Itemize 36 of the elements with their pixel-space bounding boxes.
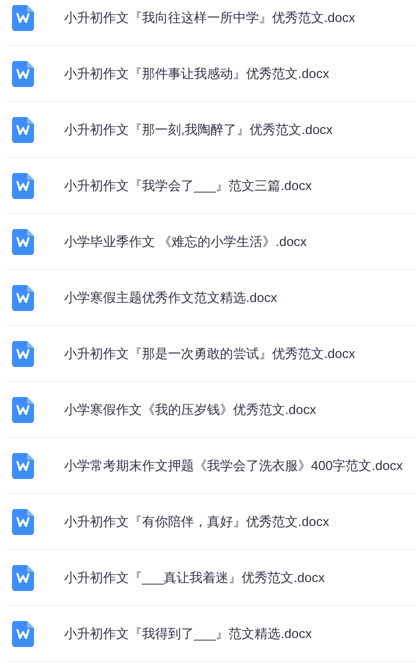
file-row[interactable]: 小学毕业季作文 《难忘的小学生活》.docx (6, 214, 416, 270)
word-file-icon (12, 508, 34, 534)
file-row[interactable]: 小升初作文『我向往这样一所中学』优秀范文.docx (6, 0, 416, 46)
file-row[interactable]: 小升初作文『有你陪伴，真好』优秀范文.docx (6, 494, 416, 550)
file-row[interactable]: 小学寒假主题优秀作文范文精选.docx (6, 270, 416, 326)
word-file-icon (12, 228, 34, 254)
file-name: 小学毕业季作文 《难忘的小学生活》.docx (64, 232, 307, 251)
word-file-icon (12, 116, 34, 142)
file-row[interactable]: 小升初作文『我学会了___』范文三篇.docx (6, 158, 416, 214)
word-file-icon (12, 620, 34, 646)
file-name: 小升初作文『有你陪伴，真好』优秀范文.docx (64, 512, 330, 531)
file-name: 小升初作文『那一刻,我陶醉了』优秀范文.docx (64, 120, 333, 139)
file-row[interactable]: 小升初作文『我得到了___』范文精选.docx (6, 606, 416, 662)
word-file-icon (12, 284, 34, 310)
file-name: 小升初作文『那是一次勇敢的尝试』优秀范文.docx (64, 344, 356, 363)
file-name: 小升初作文『我向往这样一所中学』优秀范文.docx (64, 8, 356, 27)
file-row[interactable]: 小学寒假作文《我的压岁钱》优秀范文.docx (6, 382, 416, 438)
word-file-icon (12, 340, 34, 366)
word-file-icon (12, 452, 34, 478)
file-row[interactable]: 小升初作文『那一刻,我陶醉了』优秀范文.docx (6, 102, 416, 158)
word-file-icon (12, 60, 34, 86)
file-row[interactable]: 小升初作文『___真让我着迷』优秀范文.docx (6, 550, 416, 606)
word-file-icon (12, 4, 34, 30)
file-name: 小学常考期末作文押题《我学会了洗衣服》400字范文.docx (64, 456, 403, 475)
file-name: 小升初作文『那件事让我感动』优秀范文.docx (64, 64, 330, 83)
file-name: 小学寒假主题优秀作文范文精选.docx (64, 288, 278, 307)
file-name: 小学寒假作文《我的压岁钱》优秀范文.docx (64, 400, 316, 419)
file-row[interactable]: 小升初作文『那件事让我感动』优秀范文.docx (6, 46, 416, 102)
file-name: 小升初作文『我得到了___』范文精选.docx (64, 624, 312, 643)
file-row[interactable]: 小升初作文『那是一次勇敢的尝试』优秀范文.docx (6, 326, 416, 382)
file-name: 小升初作文『我学会了___』范文三篇.docx (64, 176, 312, 195)
file-row[interactable]: 小学常考期末作文押题《我学会了洗衣服》400字范文.docx (6, 438, 416, 494)
word-file-icon (12, 172, 34, 198)
file-name: 小升初作文『___真让我着迷』优秀范文.docx (64, 568, 325, 587)
word-file-icon (12, 396, 34, 422)
word-file-icon (12, 564, 34, 590)
